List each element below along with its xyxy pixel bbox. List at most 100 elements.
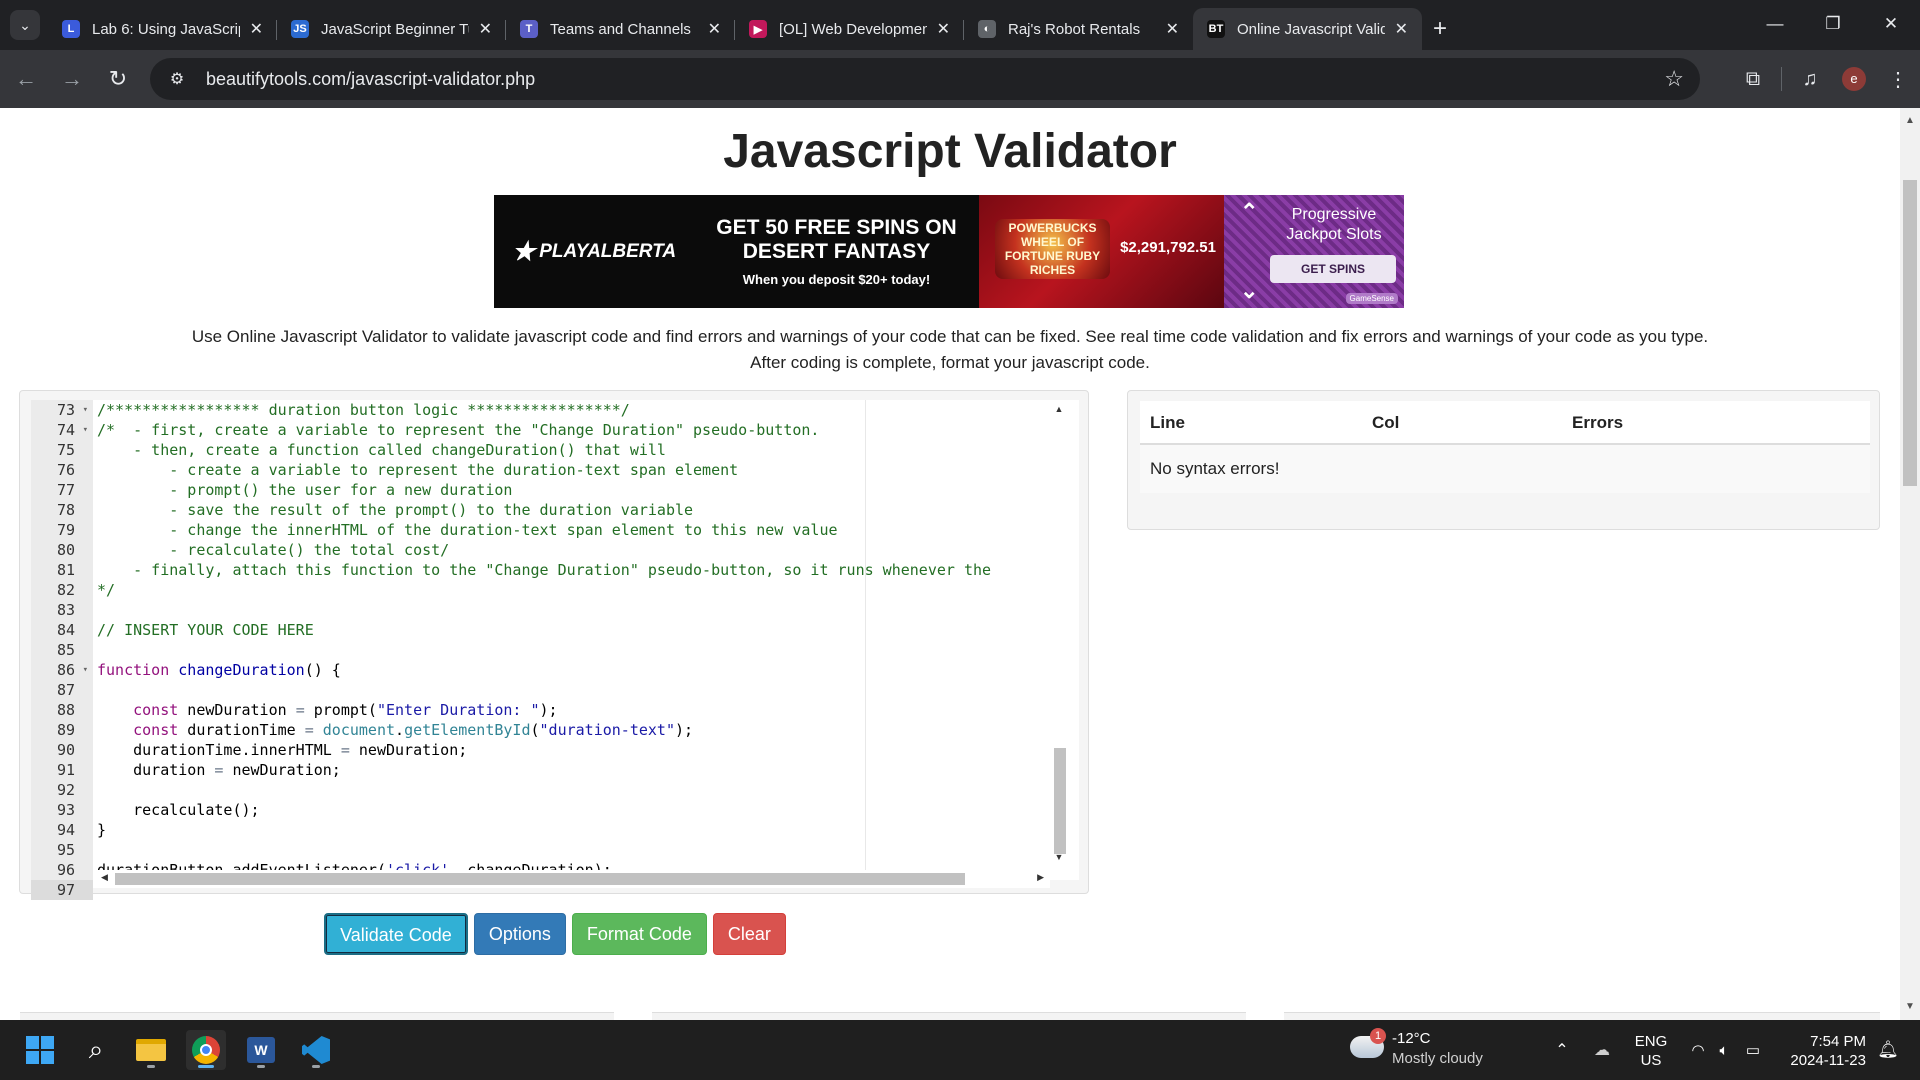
close-window-button[interactable]: ✕ [1862, 0, 1920, 48]
tab-favicon-icon: L [62, 20, 80, 38]
folder-icon [136, 1039, 166, 1061]
code-line: recalculate(); [97, 801, 260, 819]
line-number-text: 83 [56, 601, 75, 619]
fold-toggle-icon[interactable]: ▾ [83, 420, 88, 440]
media-controls-icon[interactable]: ♫ [1788, 68, 1832, 91]
tab-close-icon[interactable]: ✕ [1166, 19, 1179, 39]
validate-code-button[interactable]: Validate Code [324, 913, 468, 955]
scroll-right-icon[interactable]: ▶ [1037, 872, 1044, 883]
restore-button[interactable]: ❐ [1804, 0, 1862, 48]
tab-close-icon[interactable]: ✕ [479, 19, 492, 39]
clock-time: 7:54 PM [1810, 1033, 1866, 1050]
ad-tag: GameSense [1345, 293, 1398, 304]
code-token: newDuration; [223, 761, 341, 779]
ad-headline-1: GET 50 FREE SPINS ON [716, 216, 957, 239]
search-button[interactable]: ⌕ [76, 1030, 116, 1070]
onedrive-status[interactable]: ☁ [1588, 1020, 1616, 1080]
forward-button[interactable]: → [52, 59, 92, 99]
line-number: 90 [31, 740, 93, 760]
browser-tab[interactable]: ▶ [OL] Web Development ✕ [735, 8, 964, 50]
tab-close-icon[interactable]: ✕ [250, 19, 263, 39]
scroll-left-icon[interactable]: ◀ [101, 872, 108, 883]
tab-close-icon[interactable]: ✕ [708, 19, 721, 39]
ad-jackpot-amount: $2,291,792.51 [1120, 239, 1216, 256]
code-line: - create a variable to represent the dur… [97, 461, 739, 479]
avatar[interactable]: e [1842, 67, 1866, 91]
browser-tab[interactable]: JS JavaScript Beginner Tutorial ✕ [277, 8, 506, 50]
notifications-button[interactable]: 🔔︎ [1874, 1020, 1902, 1080]
editor-vertical-scrollbar[interactable]: ▲ ▼ [1050, 400, 1068, 870]
advertisement-banner[interactable]: ★ PLAYALBERTA GET 50 FREE SPINS ON DESER… [494, 195, 1404, 308]
format-code-button[interactable]: Format Code [571, 913, 707, 955]
column-header-col: Col [1372, 413, 1400, 432]
code-token: () { [304, 661, 341, 679]
show-hidden-icons-button[interactable]: ⌃ [1548, 1020, 1576, 1080]
browser-tab[interactable]: ◐ Raj's Robot Rentals ✕ [964, 8, 1193, 50]
scroll-down-icon[interactable]: ▼ [1050, 852, 1068, 862]
ad-promo-line-1: Progressive [1291, 206, 1377, 223]
url-text[interactable]: beautifytools.com/javascript-validator.p… [206, 69, 535, 90]
bell-icon: 🔔︎ [1877, 1040, 1899, 1059]
minimize-button[interactable]: — [1746, 0, 1804, 48]
scroll-up-icon[interactable]: ▲ [1050, 404, 1068, 414]
line-number-text: 91 [56, 761, 75, 779]
editor-hscroll-thumb[interactable] [115, 873, 965, 885]
more-menu-icon[interactable]: ⋮ [1876, 67, 1920, 92]
editor-vscroll-thumb[interactable] [1054, 748, 1066, 854]
tab-list: L Lab 6: Using JavaScript ✕ JS JavaScript Be… [48, 8, 1422, 50]
scroll-down-icon[interactable]: ▼ [1900, 998, 1920, 1016]
tab-search-button[interactable]: ⌄ [10, 10, 40, 40]
page-scroll-thumb[interactable] [1903, 180, 1917, 486]
code-editor[interactable]: 73 ▾ 74 ▾ 75 76 77 78 79 80 81 82 83 84 85 86 ▾ 87 88 89 90 9… [31, 400, 1079, 902]
language-indicator[interactable]: ENG US [1633, 1032, 1669, 1070]
wifi-status[interactable]: ◠ [1686, 1020, 1710, 1080]
tab-title: Teams and Channels [550, 20, 691, 38]
scroll-up-icon[interactable]: ▲ [1900, 112, 1920, 130]
page-scrollbar[interactable]: ▲ ▼ [1900, 108, 1920, 1020]
page-description: Use Online Javascript Validator to valid… [191, 327, 1709, 372]
line-number-text: 81 [56, 561, 75, 579]
chevron-down-icon: ⌄ [19, 16, 31, 33]
browser-tab[interactable]: L Lab 6: Using JavaScript ✕ [48, 8, 277, 50]
new-tab-button[interactable]: + [1422, 8, 1458, 50]
code-token: duration [97, 761, 215, 779]
line-number: 84 [31, 620, 93, 640]
code-token: ); [675, 721, 694, 739]
clear-button[interactable]: Clear [712, 913, 786, 955]
site-settings-icon[interactable]: ⚙ [162, 69, 192, 89]
tab-close-icon[interactable]: ✕ [937, 19, 950, 39]
toolbar-actions: ⧉ ♫ e ⋮ [1731, 50, 1920, 108]
start-button[interactable] [20, 1030, 60, 1070]
browser-tab[interactable]: T Teams and Channels ✕ [506, 8, 735, 50]
taskbar-file-explorer[interactable] [131, 1030, 171, 1070]
extensions-icon[interactable]: ⧉ [1731, 68, 1775, 91]
tab-close-icon[interactable]: ✕ [1395, 19, 1408, 39]
fold-toggle-icon[interactable]: ▾ [83, 660, 88, 680]
code-text-area[interactable]: /***************** duration button logic… [93, 400, 1079, 880]
taskbar-vscode[interactable] [296, 1030, 336, 1070]
tab-title: Online Javascript Validator [1237, 20, 1385, 38]
reload-icon: ↻ [108, 66, 128, 91]
line-number: 85 [31, 640, 93, 660]
weather-widget[interactable]: 1 -12°C Mostly cloudy [1350, 1028, 1510, 1072]
chevron-up-icon: ⌃ [1240, 199, 1259, 224]
line-number-text: 74 [56, 421, 75, 439]
options-button[interactable]: Options [473, 913, 566, 955]
reload-button[interactable]: ↻ [98, 59, 138, 99]
system-clock[interactable]: 7:54 PM 2024-11-23 [1782, 1032, 1866, 1070]
fold-toggle-icon[interactable]: ▾ [83, 400, 88, 420]
taskbar-word[interactable]: W [241, 1030, 281, 1070]
taskbar-chrome[interactable] [186, 1030, 226, 1070]
editor-horizontal-scrollbar[interactable]: ◀ ▶ [93, 870, 1050, 888]
line-number-text: 80 [56, 541, 75, 559]
address-bar[interactable]: ⚙ beautifytools.com/javascript-validator… [150, 58, 1700, 100]
editor-actions: Validate Code Options Format Code Clear [20, 913, 1090, 955]
back-button[interactable]: ← [6, 59, 46, 99]
battery-status[interactable]: ▭ [1740, 1020, 1766, 1080]
browser-tab[interactable]: BT Online Javascript Validator ✕ [1193, 8, 1422, 50]
line-number-text: 78 [56, 501, 75, 519]
volume-status[interactable]: 🔈︎ [1712, 1020, 1736, 1080]
ad-cta-button[interactable]: GET SPINS [1270, 255, 1396, 283]
bookmark-star-icon[interactable]: ☆ [1664, 66, 1684, 92]
